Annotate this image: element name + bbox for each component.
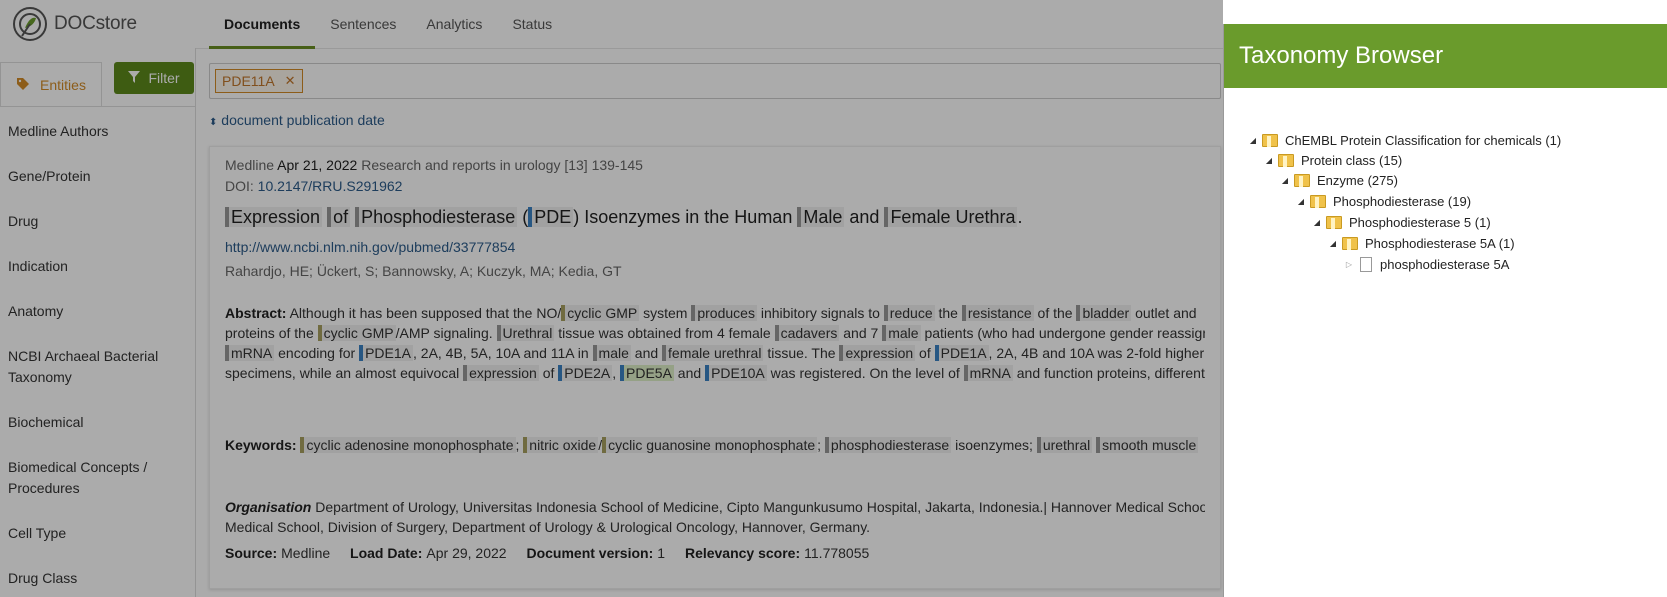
folder-icon [1262,133,1278,147]
collapse-triangle-icon[interactable]: ◢ [1248,136,1258,145]
tree-node[interactable]: ◢ ChEMBL Protein Classification for chem… [1248,130,1561,150]
collapse-triangle-icon[interactable]: ◢ [1312,218,1322,227]
tree-node-label[interactable]: Phosphodiesterase (19) [1333,194,1471,209]
taxonomy-browser-header: Taxonomy Browser [1224,24,1667,88]
expand-triangle-icon[interactable]: ▷ [1344,260,1354,269]
collapse-triangle-icon[interactable]: ◢ [1280,176,1290,185]
collapse-triangle-icon[interactable]: ◢ [1328,239,1338,248]
tree-node[interactable]: ◢ Protein class (15) [1264,150,1402,170]
tree-node-label[interactable]: Protein class (15) [1301,153,1402,168]
folder-icon [1310,194,1326,208]
folder-icon [1342,236,1358,250]
taxonomy-browser-title: Taxonomy Browser [1239,42,1444,69]
folder-icon [1294,173,1310,187]
collapse-triangle-icon[interactable]: ◢ [1296,197,1306,206]
tree-node[interactable]: ▷ phosphodiesterase 5A [1344,254,1509,274]
tree-node[interactable]: ◢ Phosphodiesterase 5A (1) [1328,233,1515,253]
tree-node-label[interactable]: Enzyme (275) [1317,173,1398,188]
taxonomy-browser-panel: Taxonomy Browser ◢ ChEMBL Protein Classi… [1223,24,1667,597]
tree-node-label[interactable]: ChEMBL Protein Classification for chemic… [1285,133,1561,148]
tree-node-label[interactable]: Phosphodiesterase 5 (1) [1349,215,1491,230]
tree-node[interactable]: ◢ Phosphodiesterase 5 (1) [1312,212,1491,232]
folder-icon [1326,215,1342,229]
tree-node[interactable]: ◢ Enzyme (275) [1280,170,1398,190]
folder-icon [1278,153,1294,167]
collapse-triangle-icon[interactable]: ◢ [1264,156,1274,165]
file-icon [1360,256,1372,272]
tree-node[interactable]: ◢ Phosphodiesterase (19) [1296,191,1471,211]
tree-node-label[interactable]: phosphodiesterase 5A [1380,257,1509,272]
modal-backdrop[interactable] [0,0,1223,597]
tree-node-label[interactable]: Phosphodiesterase 5A (1) [1365,236,1515,251]
